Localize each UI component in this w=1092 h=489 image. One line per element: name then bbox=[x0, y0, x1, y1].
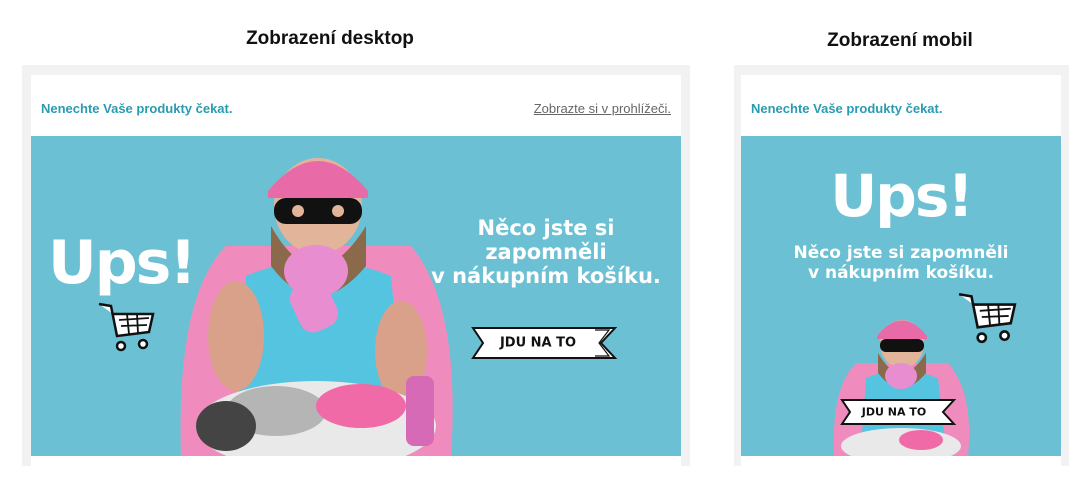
desktop-preheader-text: Nenechte Vaše produkty čekat. bbox=[41, 101, 233, 116]
mobile-hero-banner[interactable]: Ups! Něco jste si zapomněli v nákupním k… bbox=[741, 136, 1061, 456]
mobile-cta-button[interactable]: JDU NA TO bbox=[839, 397, 957, 427]
desktop-view-heading: Zobrazení desktop bbox=[246, 28, 414, 49]
mobile-cta-label: JDU NA TO bbox=[861, 405, 927, 419]
view-in-browser-link[interactable]: Zobrazte si v prohlížeči. bbox=[534, 101, 671, 116]
desktop-headline-line: zapomněli bbox=[485, 240, 607, 265]
hero-superhero-image bbox=[833, 320, 970, 456]
desktop-cta-button[interactable]: JDU NA TO bbox=[469, 324, 619, 362]
hero-superhero-image bbox=[180, 158, 453, 456]
mobile-preheader-text: Nenechte Vaše produkty čekat. bbox=[751, 101, 943, 116]
desktop-headline-line: Něco jste si bbox=[477, 216, 615, 240]
desktop-headline-line: v nákupním košíku. bbox=[431, 264, 661, 289]
desktop-ups-title: Ups! bbox=[48, 228, 197, 298]
desktop-headline: Něco jste si zapomněli v nákupním košíku… bbox=[426, 216, 666, 288]
mobile-headline-line: v nákupním košíku. bbox=[807, 262, 995, 283]
desktop-email-frame: Nenechte Vaše produkty čekat. Zobrazte s… bbox=[22, 65, 690, 466]
mobile-headline-line: Něco jste si zapomněli bbox=[793, 243, 1009, 263]
desktop-email-body: Nenechte Vaše produkty čekat. Zobrazte s… bbox=[31, 75, 681, 466]
desktop-cta-label: JDU NA TO bbox=[499, 335, 577, 351]
mobile-headline: Něco jste si zapomněli v nákupním košíku… bbox=[751, 243, 1051, 283]
mobile-ups-title: Ups! bbox=[830, 162, 974, 230]
mobile-view-heading: Zobrazení mobil bbox=[827, 30, 973, 51]
mobile-email-body: Nenechte Vaše produkty čekat. Ups! Něco … bbox=[741, 75, 1061, 466]
mobile-email-frame: Nenechte Vaše produkty čekat. Ups! Něco … bbox=[734, 65, 1069, 466]
shopping-cart-icon bbox=[98, 302, 155, 352]
desktop-hero-banner[interactable]: Ups! Něco jste si zapomněli v nákupním k… bbox=[31, 136, 681, 456]
